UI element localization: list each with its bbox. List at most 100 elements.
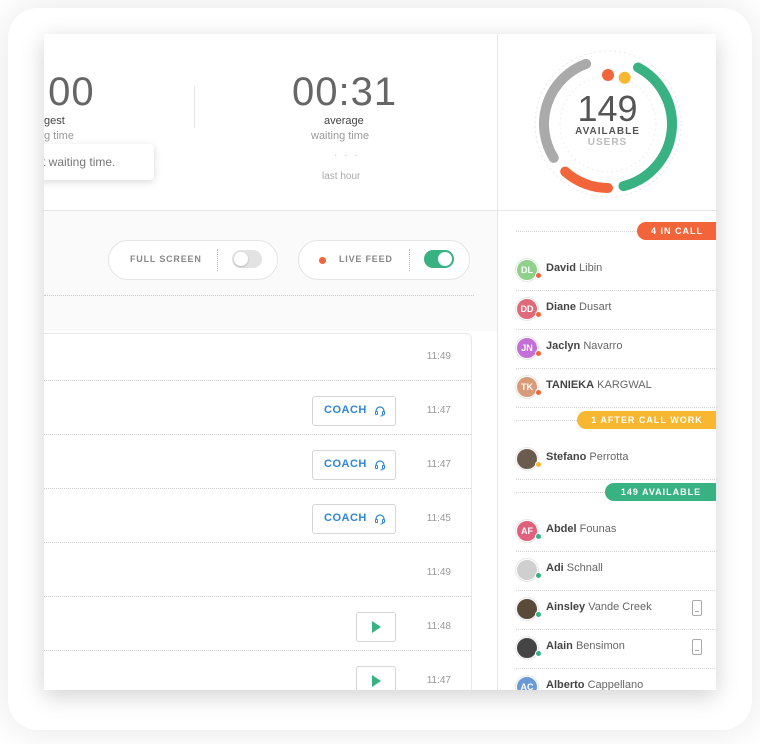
- play-recording-button[interactable]: [356, 612, 396, 642]
- fullscreen-control[interactable]: FULL SCREEN: [108, 240, 278, 280]
- headset-icon: [375, 406, 385, 417]
- livefeed-toggle[interactable]: [424, 250, 454, 268]
- avatar: [516, 559, 538, 581]
- call-time: 11:47: [426, 459, 451, 470]
- tooltip-text: t waiting time.: [44, 155, 116, 169]
- user-first-name: Stefano: [546, 451, 587, 463]
- play-recording-button[interactable]: [356, 666, 396, 690]
- toggle-knob: [438, 252, 452, 266]
- user-first-name: Alberto: [546, 679, 585, 690]
- fullscreen-label: FULL SCREEN: [130, 254, 202, 264]
- average-wait-label: average: [324, 115, 364, 127]
- user-first-name: Diane: [546, 301, 576, 313]
- call-time: 11:47: [426, 405, 451, 416]
- user-divider: [516, 629, 716, 630]
- user-divider: [516, 290, 716, 291]
- group-badge-after-call[interactable]: 1 AFTER CALL WORK: [577, 411, 716, 429]
- status-dot-icon: [535, 689, 542, 690]
- live-indicator-icon: [319, 257, 326, 264]
- coach-button[interactable]: COACH: [312, 504, 396, 534]
- group-divider: [516, 420, 577, 421]
- longest-wait-sub: g time: [44, 130, 74, 142]
- average-wait-value: 00:31: [292, 70, 398, 114]
- user-name: Stefano Perrotta: [546, 451, 629, 463]
- avatar: DL: [516, 259, 538, 281]
- user-item[interactable]: TK TANIEKA KARGWAL: [516, 376, 716, 415]
- user-first-name: Alain: [546, 640, 573, 652]
- user-name: TANIEKA KARGWAL: [546, 379, 652, 391]
- user-first-name: Abdel: [546, 523, 577, 535]
- avatar: [516, 448, 538, 470]
- avatar: [516, 637, 538, 659]
- group-badge-available[interactable]: 149 AVAILABLE: [605, 483, 716, 501]
- status-dot-icon: [535, 272, 542, 279]
- phone-icon[interactable]: [692, 639, 702, 655]
- group-badge-in-call[interactable]: 4 IN CALL: [637, 222, 716, 240]
- user-divider: [516, 668, 716, 669]
- available-count: 149: [577, 88, 638, 129]
- user-item[interactable]: Alain Bensimon: [516, 637, 716, 676]
- user-last-name: Bensimon: [575, 640, 625, 652]
- user-item[interactable]: DD Diane Dusart: [516, 298, 716, 337]
- coach-label: COACH: [324, 512, 367, 524]
- calls-panel: :00 gest g time t waiting time. 00:31 av…: [44, 34, 497, 690]
- pill-separator: [409, 249, 411, 271]
- call-time: 11:45: [426, 513, 451, 524]
- status-dot-icon: [535, 572, 542, 579]
- group-divider: [516, 492, 605, 493]
- user-item[interactable]: AC Alberto Cappellano: [516, 676, 716, 690]
- status-dot-icon: [535, 650, 542, 657]
- longest-wait-label: gest: [44, 115, 65, 127]
- status-dot-icon: [535, 350, 542, 357]
- user-name: Alain Bensimon: [546, 640, 625, 652]
- user-first-name: TANIEKA: [546, 379, 595, 391]
- user-divider: [516, 590, 716, 591]
- phone-icon[interactable]: [692, 600, 702, 616]
- toggle-knob: [234, 252, 248, 266]
- average-wait-sub: waiting time: [311, 130, 370, 142]
- user-item[interactable]: Adi Schnall: [516, 559, 716, 598]
- user-name: David Libin: [546, 262, 602, 274]
- user-item[interactable]: Stefano Perrotta: [516, 448, 716, 487]
- user-name: Jaclyn Navarro: [546, 340, 622, 352]
- user-item[interactable]: JN Jaclyn Navarro: [516, 337, 716, 376]
- row-divider: [44, 434, 471, 435]
- coach-button[interactable]: COACH: [312, 450, 396, 480]
- user-first-name: Adi: [546, 562, 564, 574]
- after-call-marker: [618, 71, 631, 84]
- coach-button[interactable]: COACH: [312, 396, 396, 426]
- row-divider: [44, 596, 471, 597]
- user-name: Diane Dusart: [546, 301, 611, 313]
- user-item[interactable]: AF Abdel Founas: [516, 520, 716, 559]
- row-divider: [44, 650, 471, 651]
- play-icon: [372, 621, 381, 633]
- user-first-name: Jaclyn: [546, 340, 581, 352]
- available-sublabel: USERS: [587, 137, 628, 148]
- user-last-name: Schnall: [566, 562, 603, 574]
- waiting-stats: :00 gest g time t waiting time. 00:31 av…: [44, 34, 497, 211]
- status-dot-icon: [535, 611, 542, 618]
- calls-list: 11:49 COACH 11:47 COACH 11:47 COACH 11:45 11:49…: [44, 333, 472, 690]
- user-divider: [516, 551, 716, 552]
- user-item[interactable]: DL David Libin: [516, 259, 716, 298]
- headset-icon: [375, 514, 385, 525]
- user-name: Alberto Cappellano: [546, 679, 643, 690]
- user-name: Abdel Founas: [546, 523, 616, 535]
- call-time: 11:49: [426, 351, 451, 362]
- row-divider: [44, 542, 471, 543]
- user-last-name: KARGWAL: [597, 379, 652, 391]
- row-divider: [44, 380, 471, 381]
- user-item[interactable]: Ainsley Vande Creek: [516, 598, 716, 637]
- avatar: [516, 598, 538, 620]
- user-last-name: Founas: [579, 523, 617, 535]
- pill-separator: [217, 249, 219, 271]
- average-period: last hour: [322, 171, 361, 182]
- livefeed-control[interactable]: LIVE FEED: [298, 240, 470, 280]
- user-first-name: David: [546, 262, 576, 274]
- in-call-marker: [602, 69, 614, 81]
- avatar: AC: [516, 676, 538, 690]
- user-divider: [516, 479, 716, 480]
- average-dots: · · ·: [334, 150, 360, 161]
- fullscreen-toggle[interactable]: [232, 250, 262, 268]
- call-time: 11:49: [426, 567, 451, 578]
